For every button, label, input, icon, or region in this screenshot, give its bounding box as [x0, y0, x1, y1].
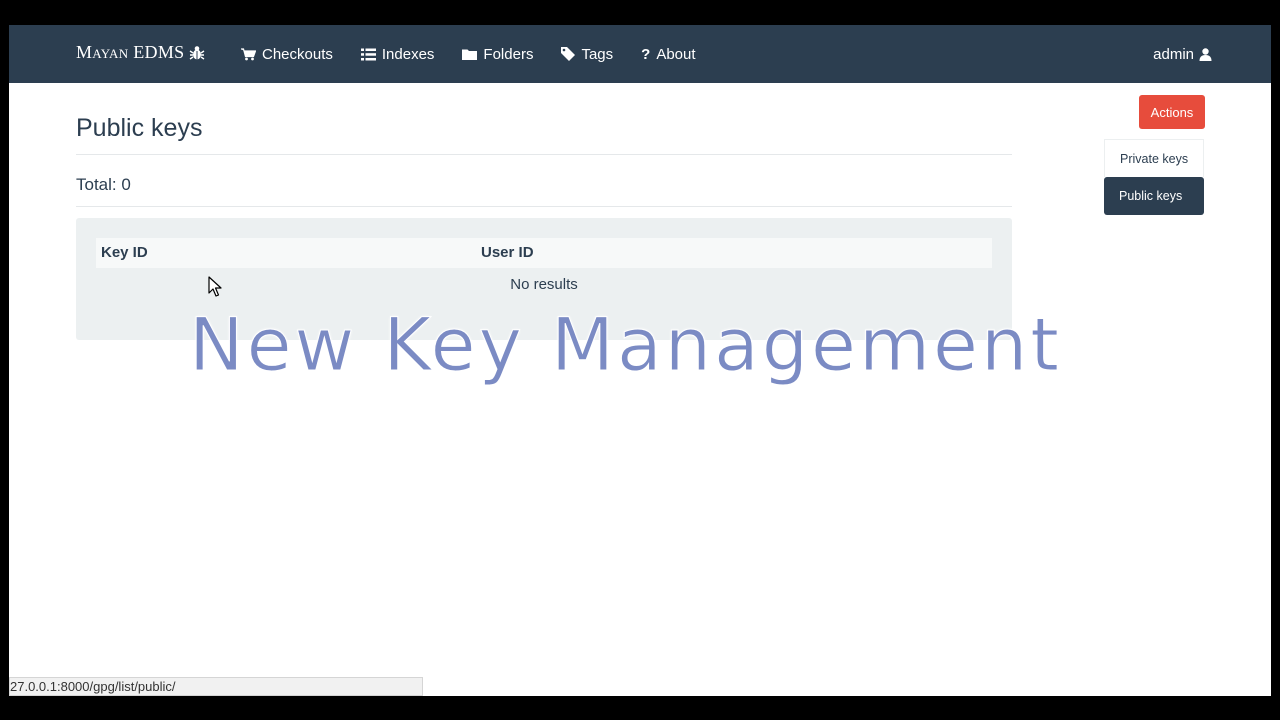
brand-name: Mayan EDMS [76, 42, 185, 62]
question-icon: ? [641, 45, 651, 63]
bug-icon [190, 45, 205, 60]
total-count: Total: 0 [76, 175, 131, 194]
column-header-key-id[interactable]: Key ID [101, 244, 148, 261]
nav-folders[interactable]: Folders [462, 46, 533, 63]
keys-side-menu: Private keys Public keys [1104, 139, 1204, 215]
browser-status-bar: 27.0.0.1:8000/gpg/list/public/ [9, 677, 423, 696]
user-icon [1199, 47, 1212, 61]
nav-about[interactable]: ? About [641, 46, 695, 63]
nav-indexes-label: Indexes [381, 45, 435, 63]
page-title: Public keys [76, 114, 203, 142]
nav-indexes[interactable]: Indexes [360, 45, 435, 63]
mouse-cursor-icon [208, 276, 222, 297]
browser-viewport: Mayan EDMS Checkouts Indexes Folders Tag… [9, 25, 1271, 696]
side-item-private-keys[interactable]: Private keys [1104, 139, 1204, 177]
nav-checkouts[interactable]: Checkouts [241, 46, 333, 63]
nav-tags[interactable]: Tags [561, 46, 613, 63]
side-item-public-keys[interactable]: Public keys [1104, 177, 1204, 215]
status-url: 27.0.0.1:8000/gpg/list/public/ [10, 679, 176, 694]
user-name: admin [1153, 45, 1194, 63]
list-icon [360, 48, 376, 60]
side-item-private-keys-label: Private keys [1120, 151, 1189, 166]
top-navbar: Mayan EDMS Checkouts Indexes Folders Tag… [9, 25, 1271, 83]
user-menu[interactable]: admin [1153, 25, 1212, 83]
video-caption-overlay: New Key Management [189, 303, 1062, 389]
table-header: Key ID User ID [96, 238, 992, 268]
title-divider [76, 154, 1012, 155]
cart-icon [241, 47, 256, 60]
nav-tags-label: Tags [581, 45, 614, 63]
tag-icon [561, 47, 576, 61]
brand-logo[interactable]: Mayan EDMS [76, 42, 205, 63]
actions-button[interactable]: Actions [1139, 95, 1205, 129]
column-header-user-id[interactable]: User ID [481, 244, 534, 261]
total-divider [76, 206, 1012, 207]
folder-icon [462, 49, 478, 60]
side-item-public-keys-label: Public keys [1119, 189, 1183, 203]
nav-folders-label: Folders [483, 45, 534, 63]
nav-checkouts-label: Checkouts [262, 45, 333, 63]
nav-about-label: About [656, 45, 696, 63]
